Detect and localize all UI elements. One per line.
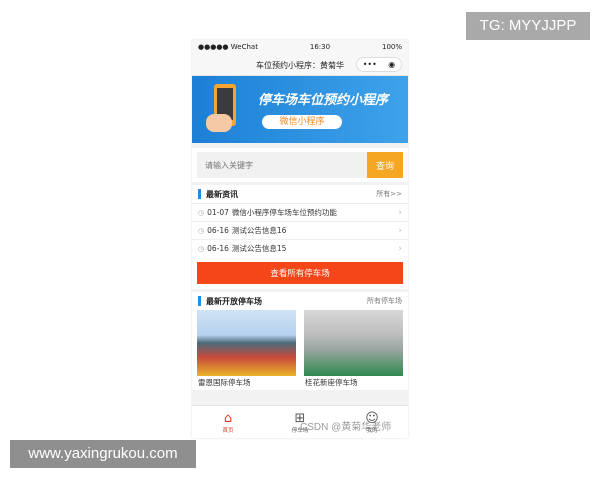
view-all-lots-button[interactable]: 查看所有停车场: [197, 262, 403, 284]
navigation-bar: 车位预约小程序：黄菊华 ••• ◉: [192, 54, 408, 76]
hand-illustration-icon: [206, 114, 232, 132]
lots-grid: 雷恩国际停车场 桂花新座停车场: [192, 310, 408, 390]
news-text: 测试公告信息15: [231, 244, 287, 253]
time-label: 16:30: [309, 43, 331, 51]
chevron-right-icon: ›: [398, 225, 402, 236]
more-menu-icon[interactable]: •••: [363, 60, 377, 69]
clock-icon: ◷: [198, 208, 205, 217]
lot-name: 雷恩国际停车场: [198, 378, 251, 387]
close-target-icon[interactable]: ◉: [388, 60, 395, 69]
tab-home[interactable]: ⌂ 首页: [192, 406, 264, 438]
news-more-link[interactable]: 所有>>: [376, 189, 402, 199]
lot-photo: [304, 310, 403, 376]
news-text: 微信小程序停车场车位预约功能: [231, 208, 337, 217]
banner[interactable]: 停车场车位预约小程序 微信小程序: [192, 76, 408, 143]
page-title: 车位预约小程序：黄菊华: [256, 61, 344, 70]
search-input[interactable]: [197, 152, 367, 178]
tab-label: 首页: [222, 427, 234, 434]
news-text: 测试公告信息16: [231, 226, 287, 235]
phone-screen: ●●●●● WeChat 16:30 100% 车位预约小程序：黄菊华 ••• …: [192, 40, 408, 438]
clock-icon: ◷: [198, 226, 205, 235]
news-title: 最新资讯: [206, 189, 238, 199]
csdn-watermark: CSDN @黄菊华老师: [300, 422, 392, 433]
news-item[interactable]: ◷ 06-16 测试公告信息15 ›: [192, 239, 408, 257]
chevron-right-icon: ›: [398, 243, 402, 254]
clock-icon: ◷: [198, 244, 205, 253]
search-row: 查询: [192, 148, 408, 182]
home-icon: ⌂: [223, 410, 233, 426]
news-header: 最新资讯 所有>>: [192, 185, 408, 203]
chevron-right-icon: ›: [398, 207, 402, 218]
lots-more-link[interactable]: 所有停车场: [367, 296, 402, 306]
section-marker: [198, 189, 201, 199]
banner-title: 停车场车位预约小程序: [258, 93, 389, 108]
lots-section: 最新开放停车场 所有停车场 雷恩国际停车场 桂花新座停车场: [192, 292, 408, 390]
view-all-wrap: 查看所有停车场: [192, 257, 408, 289]
section-marker: [198, 296, 201, 306]
lot-card[interactable]: 雷恩国际停车场: [197, 310, 296, 390]
banner-badge: 微信小程序: [262, 115, 342, 129]
lot-name: 桂花新座停车场: [305, 378, 358, 387]
news-date: 06-16: [207, 244, 229, 253]
telegram-tag: TG: MYYJJPP: [466, 12, 590, 40]
mini-program-capsule[interactable]: ••• ◉: [356, 57, 402, 72]
news-item[interactable]: ◷ 01-07 微信小程序停车场车位预约功能 ›: [192, 203, 408, 221]
lot-card[interactable]: 桂花新座停车场: [304, 310, 403, 390]
battery-label: 100%: [381, 43, 402, 51]
lots-header: 最新开放停车场 所有停车场: [192, 292, 408, 310]
search-button[interactable]: 查询: [367, 152, 403, 178]
site-url-tag: www.yaxingrukou.com: [10, 440, 196, 468]
status-bar: ●●●●● WeChat 16:30 100%: [192, 40, 408, 54]
lots-title: 最新开放停车场: [206, 296, 262, 306]
carrier-label: ●●●●● WeChat: [198, 43, 258, 51]
news-section: 最新资讯 所有>> ◷ 01-07 微信小程序停车场车位预约功能 › ◷ 06-…: [192, 185, 408, 257]
lot-photo: [197, 310, 296, 376]
news-date: 01-07: [207, 208, 229, 217]
news-item[interactable]: ◷ 06-16 测试公告信息16 ›: [192, 221, 408, 239]
news-date: 06-16: [207, 226, 229, 235]
